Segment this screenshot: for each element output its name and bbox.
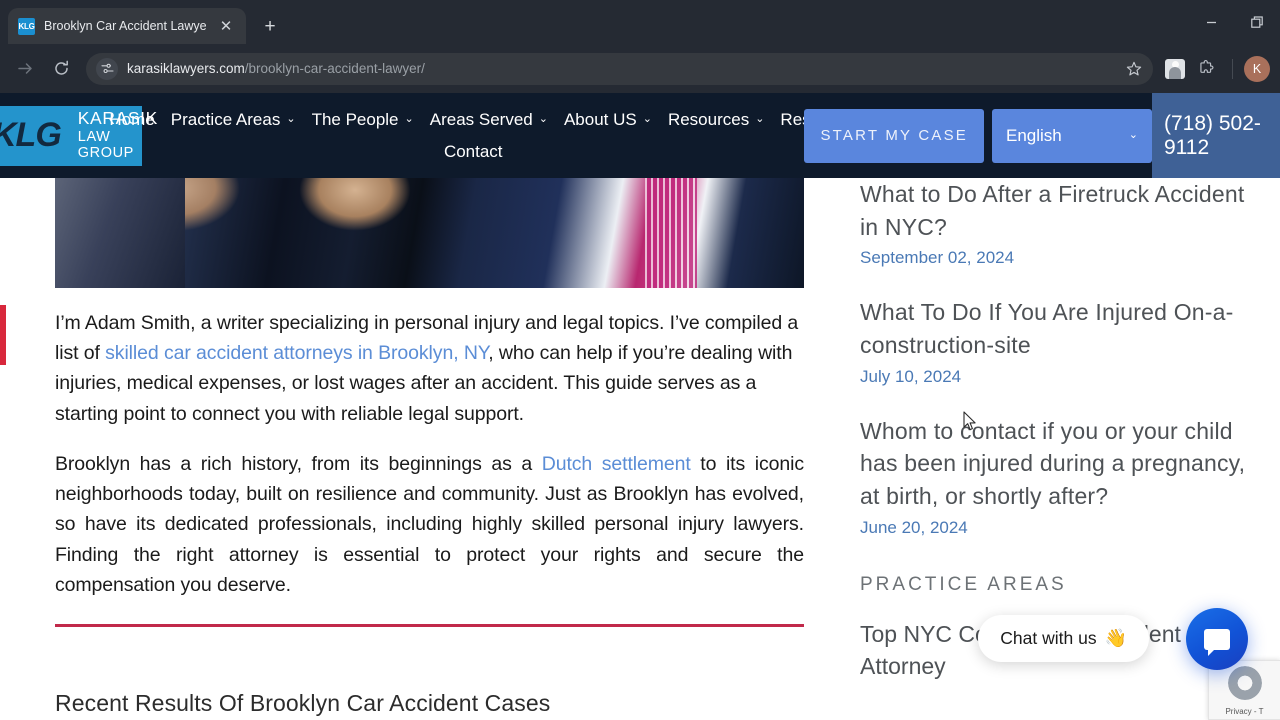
forward-icon[interactable] xyxy=(10,54,40,84)
post-date[interactable]: June 20, 2024 xyxy=(860,518,1260,538)
nav-label: Practice Areas xyxy=(170,109,281,129)
logo-mark: KLG xyxy=(0,116,62,154)
section-heading-recent-results: Recent Results Of Brooklyn Car Accident … xyxy=(55,689,551,716)
extensions-puzzle-icon[interactable] xyxy=(1191,54,1221,84)
window-controls xyxy=(1188,0,1280,44)
new-tab-button[interactable]: + xyxy=(256,12,284,40)
nav-row-secondary: Contact xyxy=(152,138,794,166)
hero-image xyxy=(55,178,804,288)
bookmark-star-icon[interactable] xyxy=(1121,56,1147,82)
phone-number[interactable]: (718) 502-9112 xyxy=(1152,93,1280,178)
chat-prompt-bubble[interactable]: Chat with us 👋 xyxy=(978,615,1149,662)
chevron-down-icon: ⌄ xyxy=(286,113,296,125)
paragraph-intro: I’m Adam Smith, a writer specializing in… xyxy=(55,308,804,429)
nav-label: Areas Served xyxy=(429,109,533,129)
nav-label: Resources xyxy=(667,109,750,129)
nav-item-practice-areas[interactable]: Practice Areas ⌄ xyxy=(163,106,304,134)
main-navigation: Home Practice Areas ⌄ The People ⌄ Areas S… xyxy=(109,93,837,178)
reload-icon[interactable] xyxy=(46,54,76,84)
mouse-cursor xyxy=(963,411,976,431)
chevron-down-icon: ⌄ xyxy=(1128,129,1138,141)
language-select[interactable]: English ⌄ xyxy=(992,108,1152,163)
link-skilled-attorneys[interactable]: skilled car accident attorneys in Brookl… xyxy=(105,342,488,364)
article-column: I’m Adam Smith, a writer specializing in… xyxy=(0,178,840,717)
nav-row-primary: Home Practice Areas ⌄ The People ⌄ Areas S… xyxy=(109,106,837,134)
minimize-icon[interactable] xyxy=(1188,0,1234,44)
post-title[interactable]: What To Do If You Are Injured On-a-const… xyxy=(860,296,1260,361)
url-text: karasiklawyers.com/brooklyn-car-accident… xyxy=(127,61,1112,76)
browser-tab[interactable]: KLG Brooklyn Car Accident Lawyer | ✕ xyxy=(8,8,246,44)
nav-label: Home xyxy=(109,109,155,129)
paragraph-history: Brooklyn has a rich history, from its be… xyxy=(55,449,804,600)
post-date[interactable]: July 10, 2024 xyxy=(860,367,1260,387)
nav-label: Contact xyxy=(443,141,503,161)
side-accent-bar xyxy=(0,305,6,365)
post-title[interactable]: Whom to contact if you or your child has… xyxy=(860,415,1260,513)
restore-window-icon[interactable] xyxy=(1234,0,1280,44)
post-date[interactable]: September 02, 2024 xyxy=(860,248,1260,268)
header-actions: START MY CASE English ⌄ xyxy=(804,93,1152,178)
nav-item-areas-served[interactable]: Areas Served ⌄ xyxy=(422,106,556,134)
site-settings-icon[interactable] xyxy=(96,57,118,80)
chat-bubble-icon xyxy=(1204,628,1230,656)
sidebar-post-item[interactable]: Whom to contact if you or your child has… xyxy=(860,415,1260,538)
nav-label: The People xyxy=(311,109,399,129)
paragraph-text-before: Brooklyn has a rich history, from its be… xyxy=(55,452,542,475)
chevron-down-icon: ⌄ xyxy=(404,113,414,125)
nav-item-about-us[interactable]: About US ⌄ xyxy=(556,106,660,134)
post-title[interactable]: What to Do After a Firetruck Accident in… xyxy=(860,178,1260,243)
url-domain: karasiklawyers.com xyxy=(127,61,245,76)
recaptcha-icon xyxy=(1228,666,1262,700)
sidebar-heading-practice-areas: PRACTICE AREAS xyxy=(860,573,1067,595)
recaptcha-privacy-text[interactable]: Privacy - T xyxy=(1225,707,1263,716)
address-bar[interactable]: karasiklawyers.com/brooklyn-car-accident… xyxy=(86,52,1153,85)
chat-launcher-button[interactable] xyxy=(1186,608,1248,670)
browser-window: KLG Brooklyn Car Accident Lawyer | ✕ + k… xyxy=(0,0,1280,720)
toolbar-divider xyxy=(1232,58,1233,79)
link-dutch-settlement[interactable]: Dutch settlement xyxy=(542,453,691,475)
tab-favicon: KLG xyxy=(18,17,35,35)
site-header: KLG KARASIK LAW GROUP Home Practice Area… xyxy=(0,93,1280,178)
chat-prompt-text: Chat with us xyxy=(1000,628,1097,648)
start-my-case-button[interactable]: START MY CASE xyxy=(804,108,984,163)
chevron-down-icon: ⌄ xyxy=(755,113,765,125)
browser-toolbar: karasiklawyers.com/brooklyn-car-accident… xyxy=(0,44,1280,93)
section-divider xyxy=(55,623,804,627)
nav-item-the-people[interactable]: The People ⌄ xyxy=(304,106,422,134)
profile-avatar[interactable]: K xyxy=(1244,55,1270,82)
image-extension-icon[interactable] xyxy=(1165,58,1185,79)
nav-label: About US xyxy=(563,109,637,129)
chevron-down-icon: ⌄ xyxy=(642,113,652,125)
language-selected-value: English xyxy=(1006,125,1062,145)
nav-item-home[interactable]: Home xyxy=(101,106,162,134)
nav-item-contact[interactable]: Contact xyxy=(436,138,511,166)
nav-item-resources[interactable]: Resources ⌄ xyxy=(660,106,772,134)
close-tab-icon[interactable]: ✕ xyxy=(216,16,236,36)
tab-title: Brooklyn Car Accident Lawyer | xyxy=(44,19,207,33)
web-page: KLG KARASIK LAW GROUP Home Practice Area… xyxy=(0,93,1280,720)
chevron-down-icon: ⌄ xyxy=(538,113,548,125)
sidebar-post-item[interactable]: What To Do If You Are Injured On-a-const… xyxy=(860,296,1260,386)
sidebar-post-item[interactable]: What to Do After a Firetruck Accident in… xyxy=(860,178,1260,268)
tab-strip: KLG Brooklyn Car Accident Lawyer | ✕ + xyxy=(0,0,1280,44)
url-path: /brooklyn-car-accident-lawyer/ xyxy=(244,61,425,76)
waving-hand-icon: 👋 xyxy=(1104,628,1127,648)
